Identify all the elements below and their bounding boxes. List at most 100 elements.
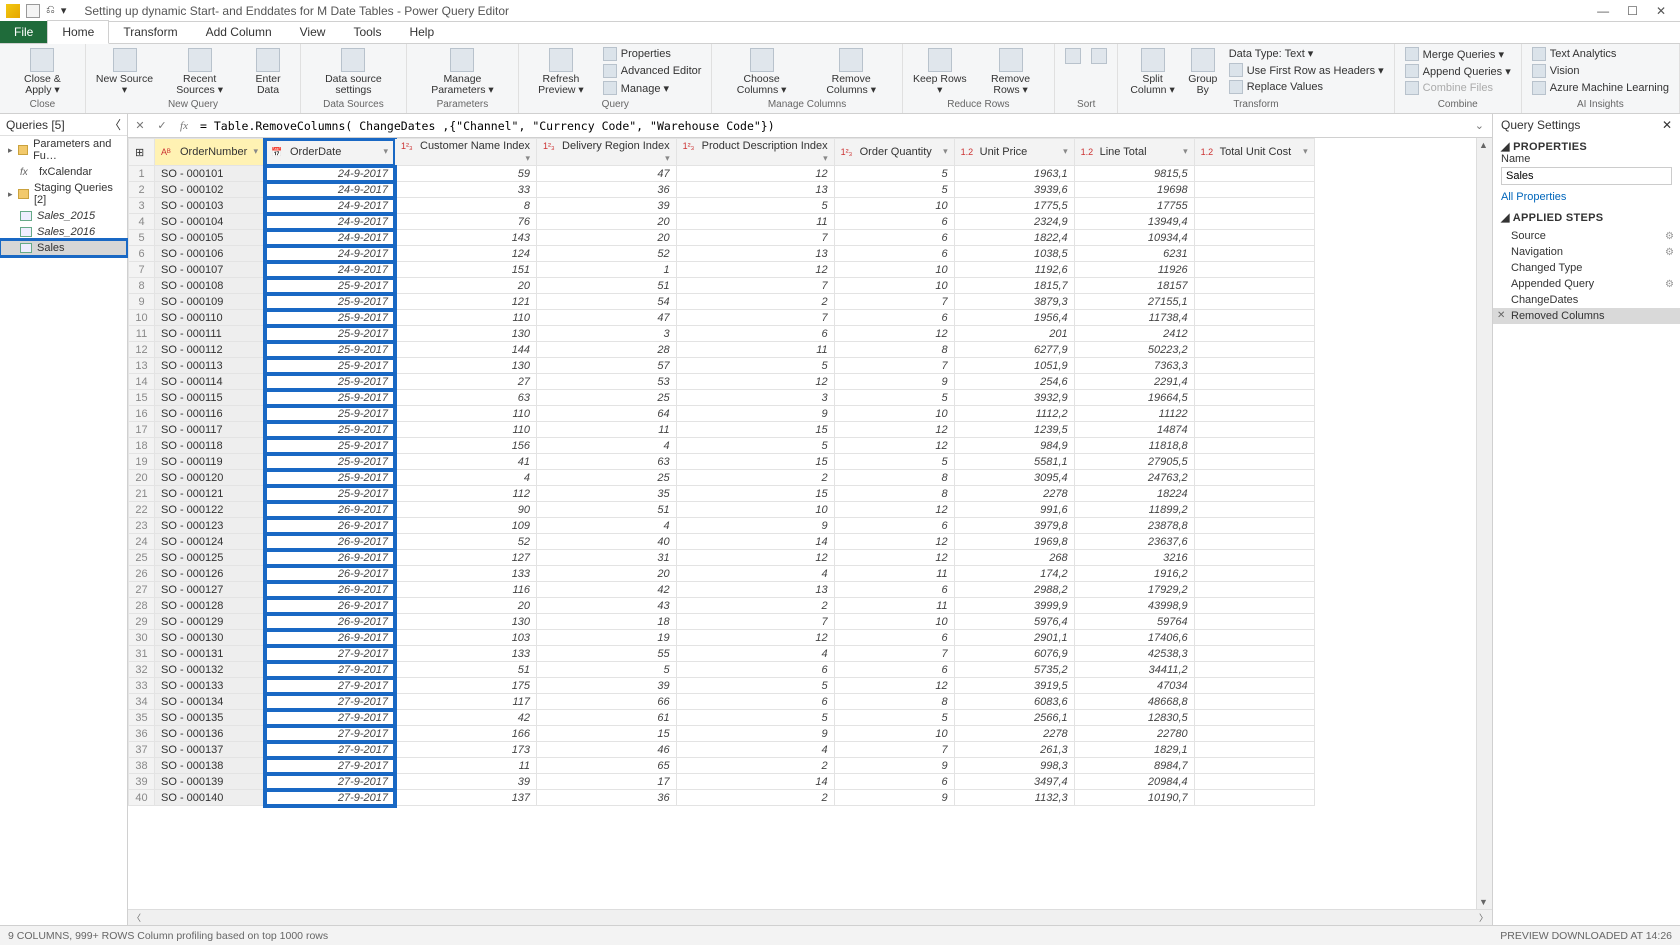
cell[interactable]: 11	[537, 422, 677, 438]
sort-desc-button[interactable]	[1087, 46, 1111, 68]
cell[interactable]: 42538,3	[1074, 646, 1194, 662]
cell[interactable]: 26-9-2017	[265, 614, 395, 630]
cell[interactable]: 9	[676, 726, 834, 742]
cell[interactable]: 1956,4	[954, 310, 1074, 326]
cell[interactable]	[1194, 694, 1314, 710]
replace-values-button[interactable]: Replace Values	[1225, 79, 1388, 95]
row-number[interactable]: 28	[129, 598, 155, 614]
row-number[interactable]: 19	[129, 454, 155, 470]
cell[interactable]: 36	[537, 182, 677, 198]
cell[interactable]: 33	[395, 182, 537, 198]
cell[interactable]: SO - 000111	[155, 326, 265, 342]
cell[interactable]	[1194, 198, 1314, 214]
cell[interactable]: SO - 000108	[155, 278, 265, 294]
cell[interactable]: SO - 000104	[155, 214, 265, 230]
cell[interactable]: SO - 000107	[155, 262, 265, 278]
cell[interactable]: 19664,5	[1074, 390, 1194, 406]
cell[interactable]: 14	[676, 774, 834, 790]
cell[interactable]: 2	[676, 470, 834, 486]
maximize-button[interactable]: ☐	[1627, 4, 1638, 18]
cell[interactable]: 25-9-2017	[265, 390, 395, 406]
row-number-header[interactable]: ⊞	[129, 139, 155, 166]
cell[interactable]: 63	[395, 390, 537, 406]
cell[interactable]: 66	[537, 694, 677, 710]
cell[interactable]: 41	[395, 454, 537, 470]
row-number[interactable]: 4	[129, 214, 155, 230]
cell[interactable]: 15	[676, 486, 834, 502]
cell[interactable]	[1194, 582, 1314, 598]
cell[interactable]: 1963,1	[954, 166, 1074, 182]
refresh-preview-button[interactable]: Refresh Preview ▾	[525, 46, 597, 98]
cell[interactable]: 55	[537, 646, 677, 662]
cell[interactable]: 7	[834, 646, 954, 662]
cell[interactable]: 5	[834, 454, 954, 470]
cell[interactable]: 9	[834, 790, 954, 806]
cell[interactable]	[1194, 662, 1314, 678]
cell[interactable]: 2	[676, 598, 834, 614]
cell[interactable]: 20	[537, 566, 677, 582]
cell[interactable]: 6	[834, 630, 954, 646]
cell[interactable]: 25-9-2017	[265, 278, 395, 294]
cell[interactable]: 1038,5	[954, 246, 1074, 262]
column-header[interactable]: 📅OrderDate▾	[265, 139, 395, 166]
cell[interactable]: 10190,7	[1074, 790, 1194, 806]
applied-step[interactable]: Removed Columns	[1493, 308, 1680, 324]
cell[interactable]: 24-9-2017	[265, 230, 395, 246]
applied-step[interactable]: ChangeDates	[1493, 292, 1680, 308]
cell[interactable]: SO - 000138	[155, 758, 265, 774]
row-number[interactable]: 12	[129, 342, 155, 358]
applied-step[interactable]: Changed Type	[1493, 260, 1680, 276]
formula-cancel-icon[interactable]: ✕	[132, 118, 148, 134]
cell[interactable]: 3	[676, 390, 834, 406]
cell[interactable]: 39	[537, 198, 677, 214]
applied-step[interactable]: Navigation⚙	[1493, 244, 1680, 260]
cell[interactable]	[1194, 182, 1314, 198]
cell[interactable]: 27-9-2017	[265, 742, 395, 758]
cell[interactable]	[1194, 534, 1314, 550]
tab-tools[interactable]: Tools	[339, 21, 395, 43]
row-number[interactable]: 23	[129, 518, 155, 534]
cell[interactable]: 25-9-2017	[265, 326, 395, 342]
cell[interactable]: 19	[537, 630, 677, 646]
query-item[interactable]: Staging Queries [2]	[0, 180, 127, 208]
cell[interactable]: SO - 000106	[155, 246, 265, 262]
cell[interactable]: 26-9-2017	[265, 566, 395, 582]
cell[interactable]: 268	[954, 550, 1074, 566]
column-header[interactable]: AᴮOrderNumber▾	[155, 139, 265, 166]
cell[interactable]: 27-9-2017	[265, 694, 395, 710]
row-number[interactable]: 39	[129, 774, 155, 790]
cell[interactable]: 1822,4	[954, 230, 1074, 246]
cell[interactable]: 254,6	[954, 374, 1074, 390]
cell[interactable]: 12	[834, 422, 954, 438]
cell[interactable]: 27-9-2017	[265, 710, 395, 726]
cell[interactable]: 27155,1	[1074, 294, 1194, 310]
choose-columns-button[interactable]: Choose Columns ▾	[718, 46, 804, 98]
cell[interactable]: 4	[676, 646, 834, 662]
cell[interactable]: SO - 000124	[155, 534, 265, 550]
cell[interactable]: 9	[676, 518, 834, 534]
cell[interactable]: 1051,9	[954, 358, 1074, 374]
cell[interactable]: 5976,4	[954, 614, 1074, 630]
cell[interactable]: 991,6	[954, 502, 1074, 518]
cell[interactable]	[1194, 310, 1314, 326]
cell[interactable]: SO - 000120	[155, 470, 265, 486]
cell[interactable]	[1194, 502, 1314, 518]
cell[interactable]: 6	[834, 662, 954, 678]
formula-input[interactable]	[198, 118, 1465, 134]
properties-button[interactable]: Properties	[599, 46, 706, 62]
cell[interactable]: 1192,6	[954, 262, 1074, 278]
cell[interactable]: 14874	[1074, 422, 1194, 438]
close-window-button[interactable]: ✕	[1656, 4, 1666, 18]
cell[interactable]: 25-9-2017	[265, 310, 395, 326]
cell[interactable]: 13	[676, 582, 834, 598]
queries-collapse-icon[interactable]: 〈	[109, 116, 121, 133]
cell[interactable]: 20	[395, 598, 537, 614]
cell[interactable]: 9	[834, 374, 954, 390]
cell[interactable]: 40	[537, 534, 677, 550]
cell[interactable]: 156	[395, 438, 537, 454]
row-number[interactable]: 35	[129, 710, 155, 726]
cell[interactable]: 53	[537, 374, 677, 390]
cell[interactable]	[1194, 390, 1314, 406]
cell[interactable]: SO - 000115	[155, 390, 265, 406]
cell[interactable]: 7	[834, 742, 954, 758]
